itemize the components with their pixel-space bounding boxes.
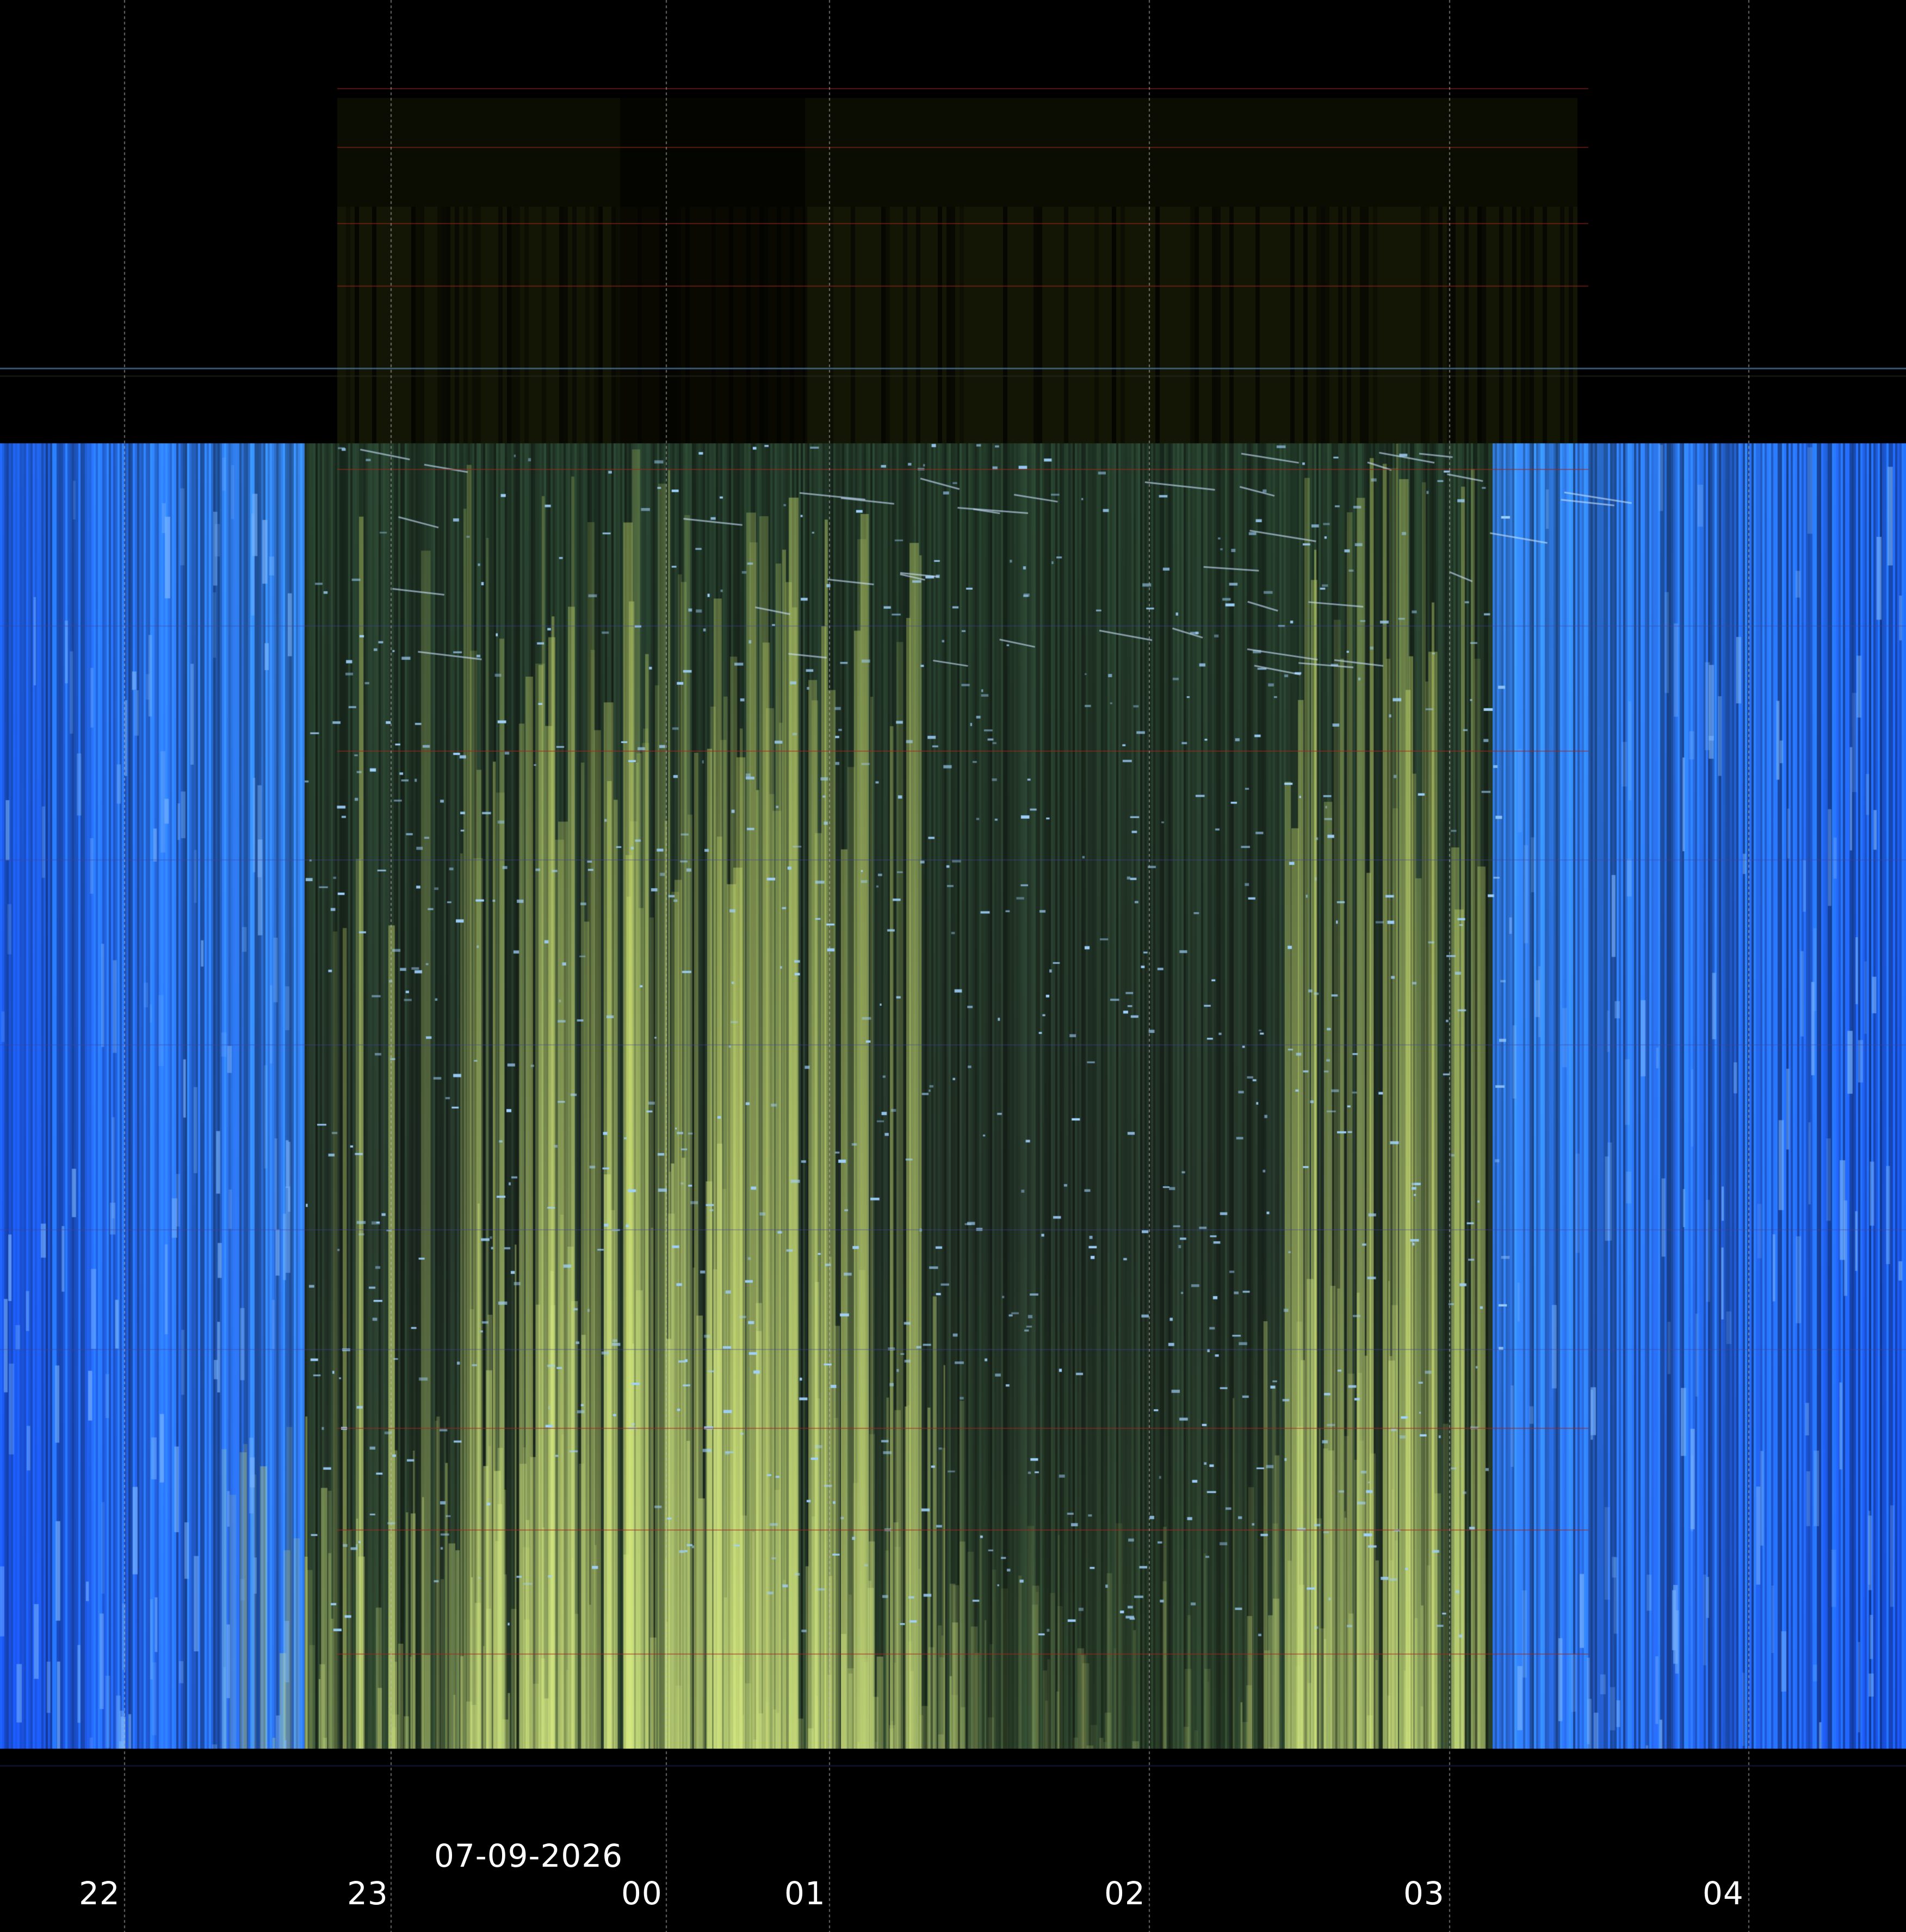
hour-label-03: 03 xyxy=(1403,1875,1445,1912)
keogram-stage: 07-09-2026 22 23 00 01 02 03 04 xyxy=(0,0,1906,1932)
hour-label-00: 00 xyxy=(621,1875,663,1912)
hour-label-23: 23 xyxy=(347,1875,388,1912)
hour-label-02: 02 xyxy=(1104,1875,1146,1912)
hour-label-04: 04 xyxy=(1703,1875,1744,1912)
hour-label-22: 22 xyxy=(79,1875,120,1912)
hour-label-01: 01 xyxy=(784,1875,826,1912)
keogram-image xyxy=(0,0,1906,1932)
date-label: 07-09-2026 xyxy=(434,1837,623,1874)
